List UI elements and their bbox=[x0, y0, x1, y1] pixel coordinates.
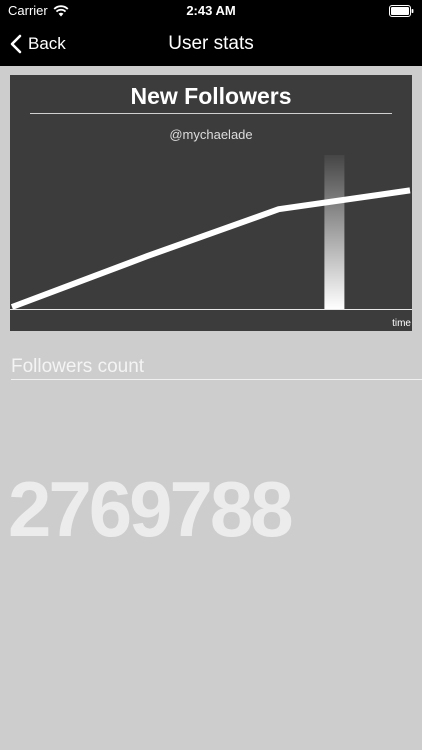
clock: 2:43 AM bbox=[186, 3, 236, 18]
section-divider bbox=[11, 379, 422, 380]
followers-count-value: 2769788 bbox=[8, 465, 294, 553]
x-axis-label: time bbox=[392, 318, 411, 329]
chart-title: New Followers bbox=[130, 83, 292, 109]
chart-subtitle: @mychaelade bbox=[169, 127, 253, 142]
new-followers-chart: New Followers @mychaelade time bbox=[10, 75, 412, 331]
status-bar: Carrier 2:43 AM bbox=[0, 0, 422, 22]
followers-count-label: Followers count bbox=[11, 356, 145, 377]
page-title: User stats bbox=[168, 33, 254, 54]
chart-series-line bbox=[10, 187, 411, 310]
navigation-bar: Back User stats bbox=[0, 22, 422, 66]
battery-icon bbox=[389, 5, 414, 17]
chart-title-divider bbox=[30, 113, 392, 114]
chart-highlight-band bbox=[324, 155, 345, 309]
